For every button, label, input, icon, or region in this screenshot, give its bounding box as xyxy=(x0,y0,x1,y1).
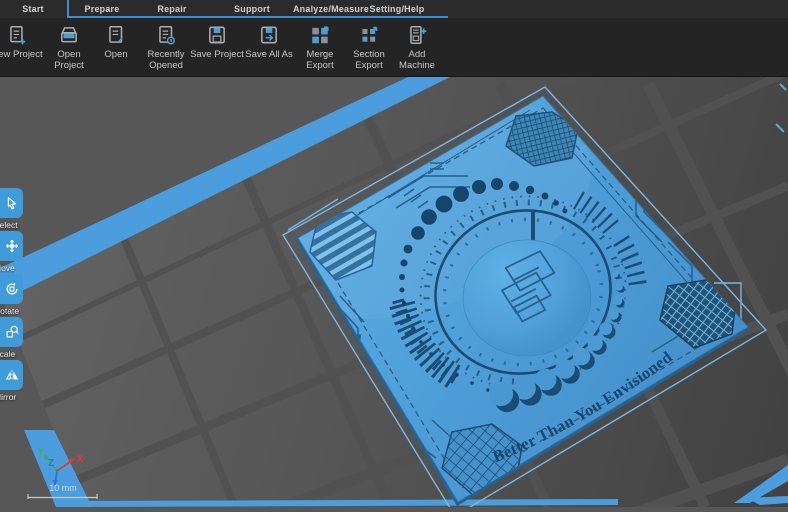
add-machine-icon xyxy=(406,24,428,46)
select-cursor-icon xyxy=(4,195,20,211)
active-tab-indicator-edge xyxy=(67,0,69,18)
menu-bar: Start Prepare Repair Support Analyze/Mea… xyxy=(0,0,788,18)
axis-label-y: Y xyxy=(38,447,45,458)
open-project-icon xyxy=(58,24,80,46)
axis-label-x: X xyxy=(77,454,84,465)
section-export-icon xyxy=(358,24,380,46)
scale-tool-button[interactable] xyxy=(0,317,23,347)
new-project-button[interactable]: New Project xyxy=(0,22,45,60)
rotate-tool-button[interactable] xyxy=(0,274,23,304)
viewport-3d[interactable]: Better Than You Envisioned Y X Z 10 mm S… xyxy=(0,77,788,507)
save-project-button[interactable]: Save Project xyxy=(189,22,245,60)
scale-icon xyxy=(4,324,20,340)
recently-opened-icon xyxy=(155,24,177,46)
recently-opened-button[interactable]: Recently Opened xyxy=(138,22,194,71)
scene-canvas: Better Than You Envisioned Y X Z 10 mm xyxy=(0,77,788,507)
new-project-icon xyxy=(6,24,28,46)
tab-start[interactable]: Start xyxy=(22,0,44,18)
save-all-as-button[interactable]: Save All As xyxy=(241,22,297,60)
save-all-as-icon xyxy=(258,24,280,46)
ribbon-toolbar: New Project Open Project Open Recently O… xyxy=(0,18,788,77)
merge-export-button[interactable]: Merge Export xyxy=(292,22,348,71)
rotate-icon xyxy=(4,281,20,297)
select-tool-button[interactable] xyxy=(0,188,23,218)
add-machine-button[interactable]: Add Machine xyxy=(389,22,445,71)
save-project-icon xyxy=(206,24,228,46)
scale-bar-label: 10 mm xyxy=(49,483,77,493)
merge-export-icon xyxy=(309,24,331,46)
open-button[interactable]: Open xyxy=(88,22,144,60)
mirror-tool-button[interactable] xyxy=(0,360,23,390)
axis-label-z: Z xyxy=(48,458,54,469)
mirror-icon xyxy=(4,367,20,383)
open-icon xyxy=(105,24,127,46)
move-icon xyxy=(4,238,20,254)
move-tool-button[interactable] xyxy=(0,231,23,261)
